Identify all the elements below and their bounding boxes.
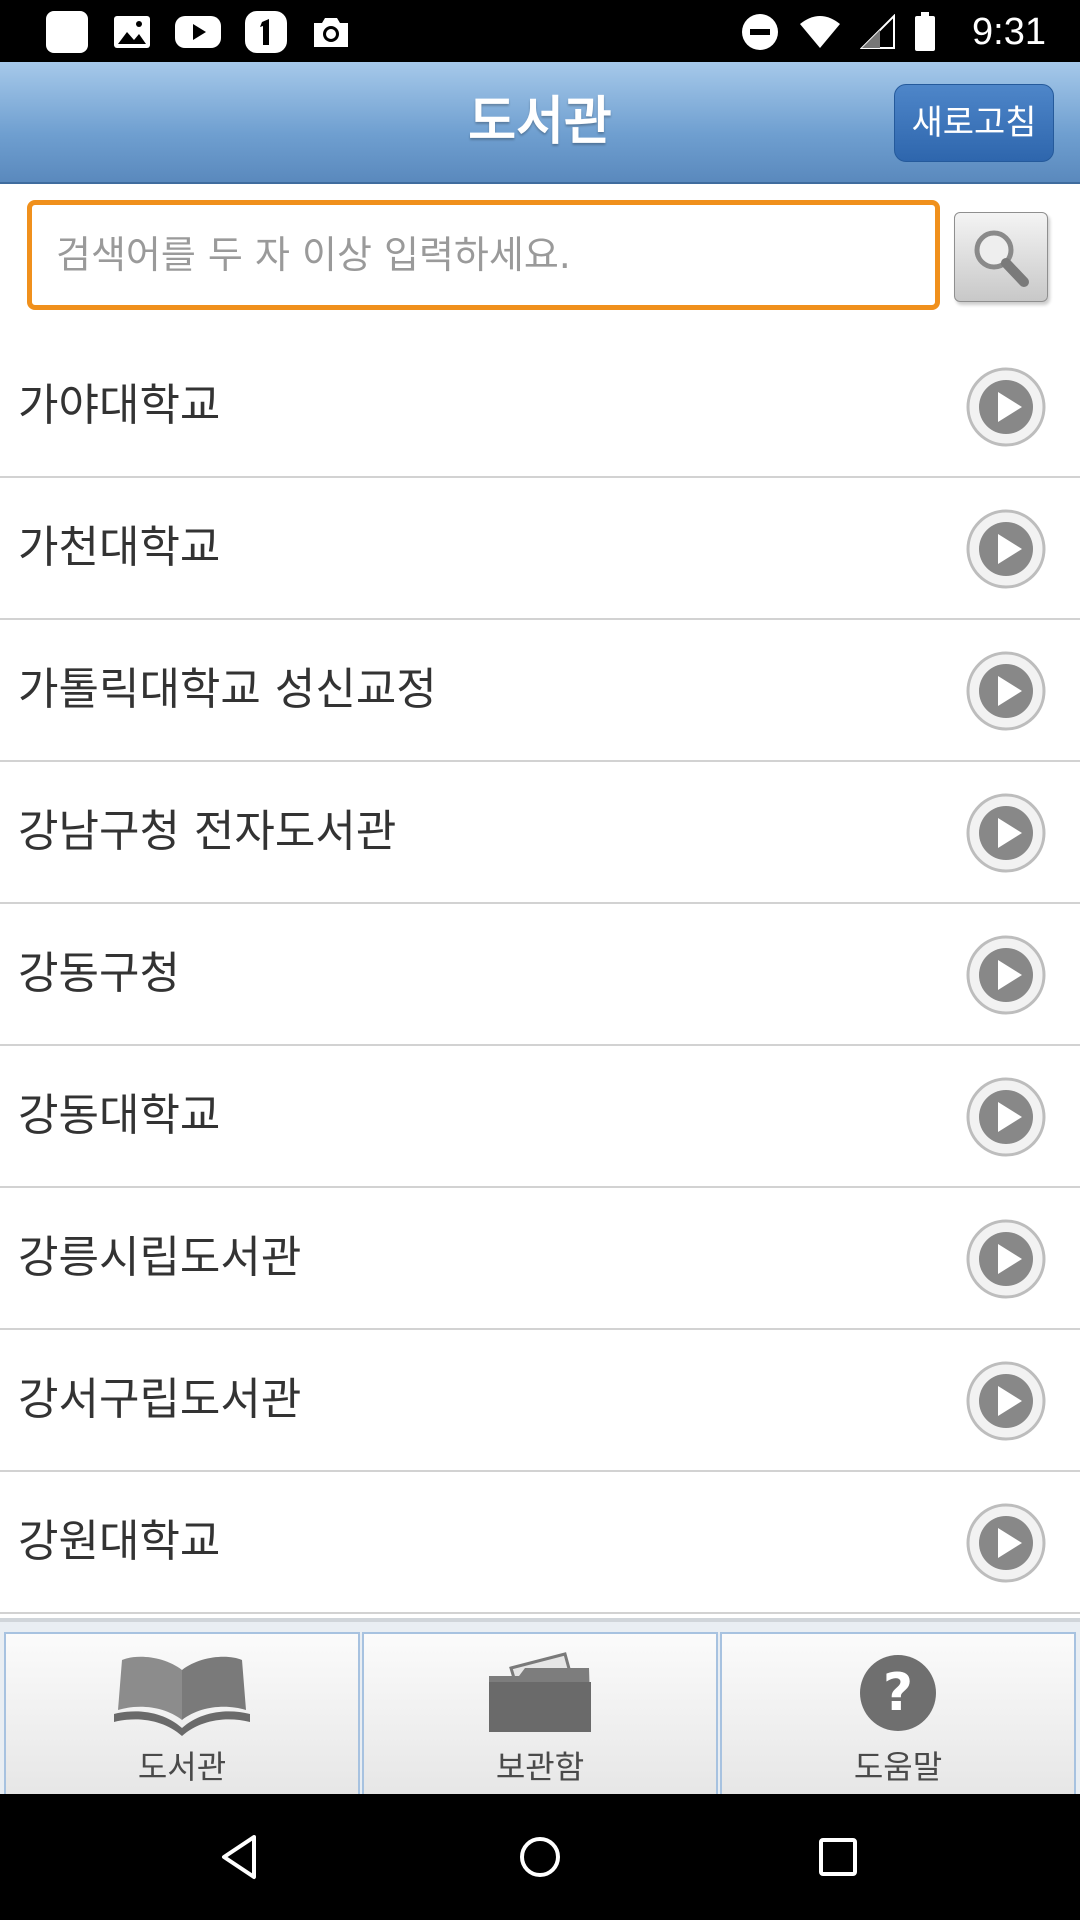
play-arrow-icon[interactable] bbox=[966, 1219, 1046, 1299]
system-nav-bar bbox=[0, 1794, 1080, 1920]
list-item[interactable]: 강동구청 bbox=[0, 904, 1080, 1046]
list-item[interactable]: 강동대학교 bbox=[0, 1046, 1080, 1188]
library-name: 가천대학교 bbox=[18, 522, 221, 573]
signal-icon bbox=[860, 14, 896, 49]
play-arrow-icon[interactable] bbox=[966, 509, 1046, 589]
one-app-icon bbox=[245, 11, 287, 53]
tab-label: 도움말 bbox=[853, 1748, 943, 1786]
search-button[interactable] bbox=[954, 212, 1048, 302]
library-name: 강남구청 전자도서관 bbox=[18, 806, 397, 857]
refresh-button[interactable]: 새로고침 bbox=[894, 84, 1054, 162]
library-name: 가톨릭대학교 성신교정 bbox=[18, 664, 437, 715]
play-arrow-icon[interactable] bbox=[966, 1503, 1046, 1583]
youtube-icon bbox=[175, 16, 221, 48]
library-name: 강릉시립도서관 bbox=[18, 1232, 302, 1283]
svg-text:?: ? bbox=[883, 1663, 913, 1723]
search-row bbox=[0, 186, 1080, 336]
list-item[interactable]: 가톨릭대학교 성신교정 bbox=[0, 620, 1080, 762]
open-book-icon bbox=[114, 1656, 250, 1736]
library-name: 강동대학교 bbox=[18, 1090, 221, 1141]
tab-storage[interactable]: 보관함 bbox=[362, 1632, 718, 1798]
search-icon bbox=[974, 230, 1029, 287]
wifi-icon bbox=[800, 16, 841, 48]
notification-square-icon bbox=[46, 11, 88, 53]
play-arrow-icon[interactable] bbox=[966, 935, 1046, 1015]
recents-icon[interactable] bbox=[808, 1827, 868, 1887]
home-icon[interactable] bbox=[510, 1827, 570, 1887]
status-bar: 9:31 bbox=[0, 0, 1080, 62]
search-input[interactable] bbox=[27, 200, 940, 310]
list-item[interactable]: 가야대학교 bbox=[0, 336, 1080, 478]
folder-icon bbox=[489, 1652, 591, 1732]
battery-icon bbox=[915, 12, 936, 51]
title-bar: 도서관 새로고침 bbox=[0, 62, 1080, 184]
play-arrow-icon[interactable] bbox=[966, 651, 1046, 731]
library-name: 강원대학교 bbox=[18, 1516, 221, 1567]
list-item[interactable]: 강릉시립도서관 bbox=[0, 1188, 1080, 1330]
list-item[interactable]: 강남구청 전자도서관 bbox=[0, 762, 1080, 904]
bottom-tab-bar: 도서관 보관함 ? 도움말 bbox=[0, 1618, 1080, 1798]
status-right-icons: 9:31 bbox=[740, 10, 1046, 54]
tab-label: 보관함 bbox=[495, 1748, 585, 1786]
list-item[interactable]: 가천대학교 bbox=[0, 478, 1080, 620]
status-time: 9:31 bbox=[972, 10, 1046, 53]
tab-label: 도서관 bbox=[137, 1748, 227, 1786]
play-arrow-icon[interactable] bbox=[966, 793, 1046, 873]
tab-library[interactable]: 도서관 bbox=[4, 1632, 360, 1798]
library-name: 강동구청 bbox=[18, 948, 180, 999]
help-icon: ? bbox=[860, 1655, 936, 1731]
do-not-disturb-icon bbox=[742, 14, 779, 50]
library-name: 가야대학교 bbox=[18, 380, 221, 431]
tab-help[interactable]: ? 도움말 bbox=[720, 1632, 1076, 1798]
library-list: 가야대학교 가천대학교 가톨릭대학교 성신교정 강남구청 전자도서관 강동구청 … bbox=[0, 336, 1080, 1616]
status-left-icons bbox=[44, 10, 352, 54]
list-item[interactable]: 강원대학교 bbox=[0, 1472, 1080, 1614]
back-icon[interactable] bbox=[210, 1827, 270, 1887]
play-arrow-icon[interactable] bbox=[966, 1361, 1046, 1441]
library-name: 강서구립도서관 bbox=[18, 1374, 302, 1425]
list-item[interactable]: 강서구립도서관 bbox=[0, 1330, 1080, 1472]
play-arrow-icon[interactable] bbox=[966, 367, 1046, 447]
play-arrow-icon[interactable] bbox=[966, 1077, 1046, 1157]
camera-icon bbox=[314, 18, 348, 47]
image-icon bbox=[114, 16, 150, 48]
